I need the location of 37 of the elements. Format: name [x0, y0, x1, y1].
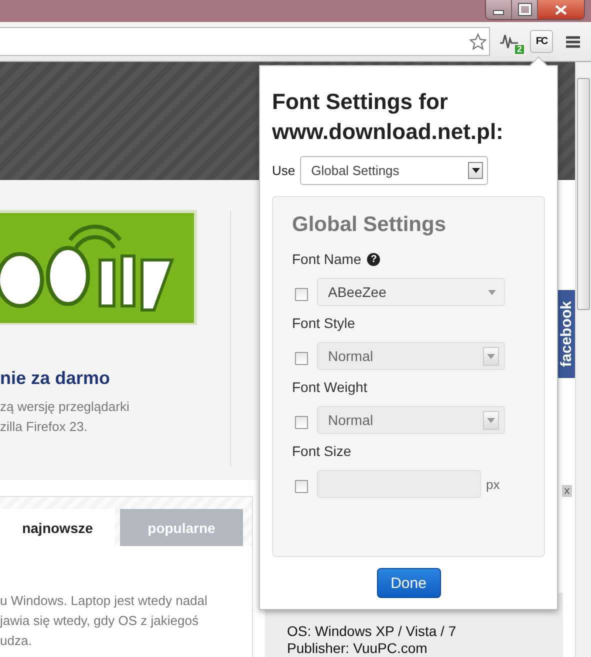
info-line: OS: Windows XP / Vista / 7: [287, 623, 458, 640]
checkbox[interactable]: [295, 416, 308, 428]
field-label: Font Name: [292, 251, 362, 267]
article-text: u Windows. Laptop jest wtedy nadal jawia się wtedy, gdy OS z jakiegoś udza.: [0, 592, 208, 650]
popup-title: Font Settings for www.download.net.pl:: [272, 88, 504, 146]
star-icon[interactable]: [469, 32, 487, 50]
scrollbar[interactable]: [575, 62, 591, 657]
use-label: Use: [272, 163, 296, 178]
badge-count: 2: [514, 44, 525, 54]
dropdown[interactable]: Normal: [317, 406, 505, 434]
extension-button[interactable]: FC: [530, 30, 553, 53]
address-field[interactable]: [0, 27, 490, 56]
unit-label: px: [486, 476, 500, 492]
article-headline[interactable]: nie za darmo: [0, 368, 230, 389]
help-icon[interactable]: ?: [367, 252, 380, 266]
checkbox[interactable]: [295, 352, 308, 364]
done-button[interactable]: Done: [376, 568, 440, 598]
close-icon: [555, 4, 567, 14]
dropdown[interactable]: Normal: [317, 342, 505, 370]
field-label: Font Style: [292, 315, 356, 331]
menu-icon[interactable]: [566, 36, 580, 48]
close-button[interactable]: [538, 0, 584, 19]
maximize-button[interactable]: [512, 0, 538, 19]
panel-title: Global Settings: [292, 213, 448, 237]
info-line: Publisher: VuuPC.com: [287, 640, 428, 657]
settings-dropdown[interactable]: Global Settings: [300, 156, 488, 185]
checkbox[interactable]: [295, 480, 308, 492]
field-label: Font Size: [292, 443, 352, 459]
tab[interactable]: najnowsze: [0, 509, 115, 546]
input-field[interactable]: [317, 470, 481, 498]
facebook-tab[interactable]: facebook: [558, 290, 575, 378]
field-label: Font Weight: [292, 379, 368, 395]
article-description: zą wersję przeglądarki zilla Firefox 23.: [0, 398, 130, 436]
close-button[interactable]: x: [562, 484, 572, 497]
minimize-button[interactable]: [486, 0, 512, 19]
checkbox[interactable]: [295, 288, 308, 300]
font-name-dropdown[interactable]: ABeeZee: [317, 278, 505, 306]
